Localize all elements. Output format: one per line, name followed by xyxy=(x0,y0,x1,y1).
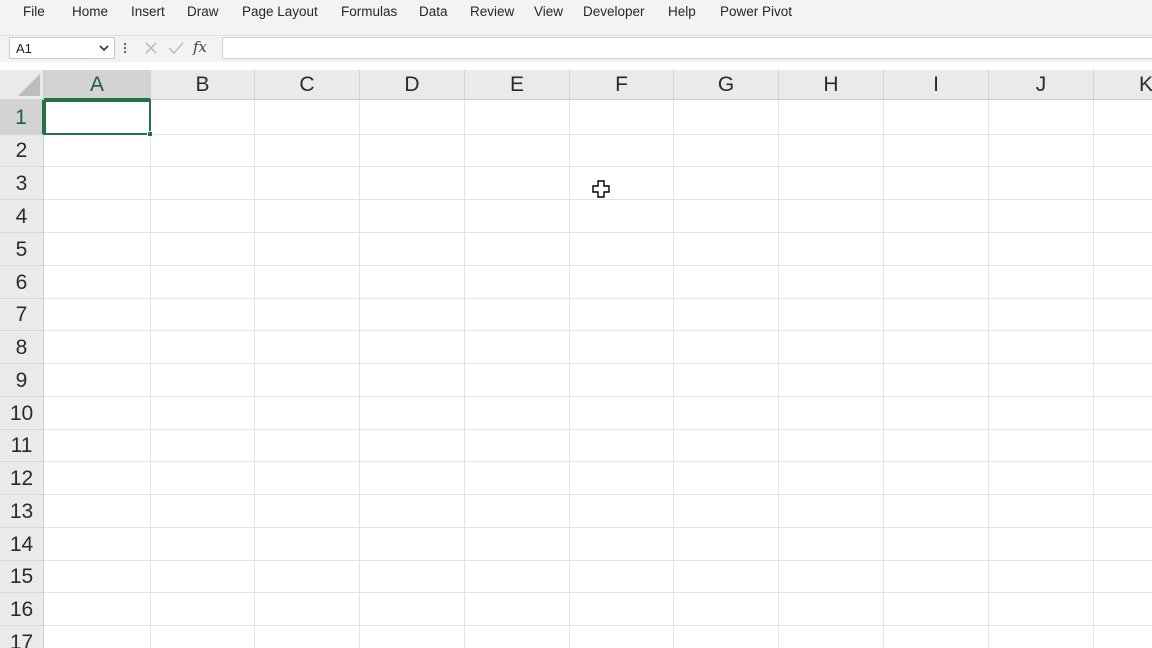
gridline xyxy=(359,100,360,648)
gridline xyxy=(988,100,989,648)
row-header-7[interactable]: 7 xyxy=(0,299,44,331)
column-header-h[interactable]: H xyxy=(779,70,884,100)
gridline xyxy=(44,527,1152,528)
row-header-9[interactable]: 9 xyxy=(0,364,44,397)
gridline xyxy=(1093,100,1094,648)
row-header-15[interactable]: 15 xyxy=(0,561,44,593)
row-header-12[interactable]: 12 xyxy=(0,462,44,495)
ribbon-tab-bar: File Home Insert Draw Page Layout Formul… xyxy=(0,0,1152,26)
tab-file[interactable]: File xyxy=(23,3,45,21)
column-header-k[interactable]: K xyxy=(1094,70,1152,100)
column-header-j[interactable]: J xyxy=(989,70,1094,100)
column-header-b[interactable]: B xyxy=(151,70,255,100)
name-box-value: A1 xyxy=(16,41,32,56)
gridline xyxy=(778,100,779,648)
formula-input[interactable] xyxy=(222,37,1152,59)
row-header-8[interactable]: 8 xyxy=(0,331,44,364)
row-header-10[interactable]: 10 xyxy=(0,397,44,430)
select-all-triangle-icon xyxy=(18,74,40,96)
fill-handle[interactable] xyxy=(147,131,153,137)
tab-page-layout[interactable]: Page Layout xyxy=(242,3,318,21)
gridline xyxy=(44,232,1152,233)
ribbon-divider xyxy=(0,26,1152,36)
tab-data[interactable]: Data xyxy=(419,3,448,21)
tab-developer[interactable]: Developer xyxy=(583,3,645,21)
gridline xyxy=(44,494,1152,495)
select-all-button[interactable] xyxy=(0,70,44,100)
gridline xyxy=(44,396,1152,397)
tab-draw[interactable]: Draw xyxy=(187,3,219,21)
row-header-14[interactable]: 14 xyxy=(0,528,44,561)
gridline xyxy=(44,560,1152,561)
vertical-dots-icon[interactable] xyxy=(122,40,128,56)
gridline xyxy=(569,100,570,648)
cell-select-cross-icon xyxy=(592,180,610,198)
column-header-f[interactable]: F xyxy=(570,70,674,100)
chevron-down-icon[interactable] xyxy=(98,42,110,54)
tab-formulas[interactable]: Formulas xyxy=(341,3,397,21)
column-header-i[interactable]: I xyxy=(884,70,989,100)
active-cell-a1[interactable] xyxy=(44,100,151,135)
gridline xyxy=(44,363,1152,364)
row-header-3[interactable]: 3 xyxy=(0,167,44,200)
column-header-a[interactable]: A xyxy=(44,70,151,100)
row-header-6[interactable]: 6 xyxy=(0,266,44,299)
check-icon[interactable] xyxy=(168,41,184,55)
row-header-1[interactable]: 1 xyxy=(0,100,44,135)
row-header-4[interactable]: 4 xyxy=(0,200,44,233)
gridline xyxy=(44,199,1152,200)
gridline xyxy=(44,134,1152,135)
gridline xyxy=(44,625,1152,626)
tab-view[interactable]: View xyxy=(534,3,563,21)
tab-help[interactable]: Help xyxy=(668,3,696,21)
column-header-d[interactable]: D xyxy=(360,70,465,100)
row-header-2[interactable]: 2 xyxy=(0,135,44,167)
gridline xyxy=(44,265,1152,266)
gridline xyxy=(150,100,151,648)
tab-home[interactable]: Home xyxy=(72,3,108,21)
tab-insert[interactable]: Insert xyxy=(131,3,165,21)
tab-power-pivot[interactable]: Power Pivot xyxy=(720,3,792,21)
column-header-e[interactable]: E xyxy=(465,70,570,100)
gridline xyxy=(254,100,255,648)
worksheet-grid[interactable]: A B C D E F G H I J K 1 2 3 4 5 6 7 8 9 … xyxy=(0,70,1152,648)
gridline xyxy=(44,592,1152,593)
gridline xyxy=(673,100,674,648)
column-header-c[interactable]: C xyxy=(255,70,360,100)
insert-function-button[interactable]: fx xyxy=(193,38,207,56)
gridline xyxy=(44,298,1152,299)
column-header-g[interactable]: G xyxy=(674,70,779,100)
close-icon[interactable] xyxy=(144,41,158,55)
row-header-17[interactable]: 17 xyxy=(0,626,44,648)
gridline xyxy=(44,166,1152,167)
gridline xyxy=(44,461,1152,462)
name-box[interactable]: A1 xyxy=(9,37,115,59)
formula-bar: A1 fx xyxy=(0,36,1152,62)
row-header-5[interactable]: 5 xyxy=(0,233,44,266)
gridline xyxy=(883,100,884,648)
gridline xyxy=(464,100,465,648)
gridline xyxy=(44,429,1152,430)
excel-window: File Home Insert Draw Page Layout Formul… xyxy=(0,0,1152,648)
tab-review[interactable]: Review xyxy=(470,3,514,21)
row-header-13[interactable]: 13 xyxy=(0,495,44,528)
row-header-11[interactable]: 11 xyxy=(0,430,44,462)
row-header-16[interactable]: 16 xyxy=(0,593,44,626)
gridline xyxy=(44,330,1152,331)
